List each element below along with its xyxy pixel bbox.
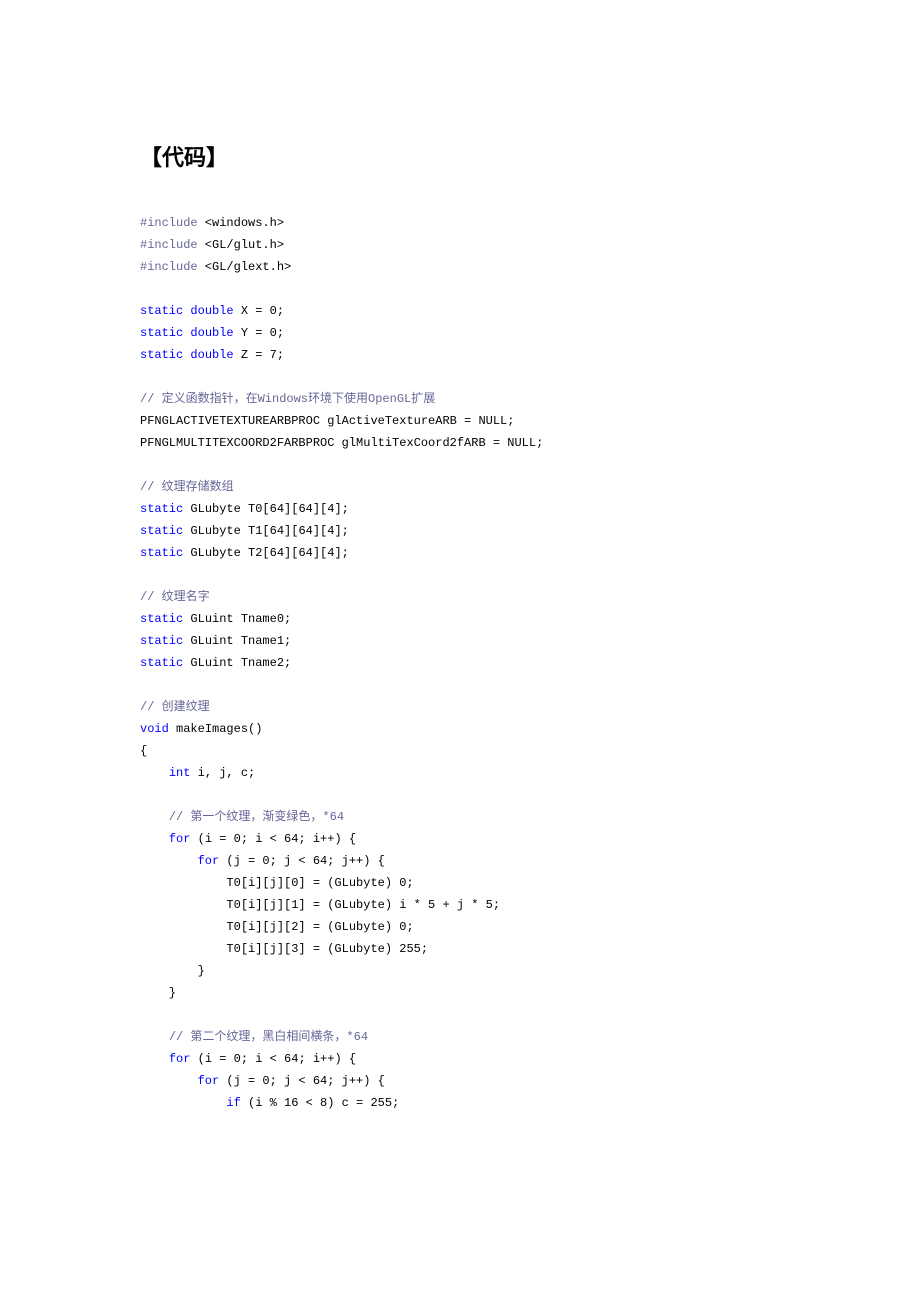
section-heading: 【代码】 [140, 140, 780, 172]
code-text: GLubyte T0[64][64][4]; [183, 502, 349, 516]
code-text: Z = 7; [234, 348, 284, 362]
keyword: for [198, 1074, 220, 1088]
code-block: #include <windows.h> #include <GL/glut.h… [140, 212, 780, 1114]
code-text: T0[i][j][0] = (GLubyte) 0; [140, 876, 414, 890]
code-text: i, j, c; [190, 766, 255, 780]
code-text: } [140, 964, 205, 978]
code-text: makeImages() [169, 722, 263, 736]
code-text: PFNGLMULTITEXCOORD2FARBPROC glMultiTexCo… [140, 436, 543, 450]
keyword: double [183, 326, 233, 340]
code-text: (j = 0; j < 64; j++) { [219, 1074, 385, 1088]
keyword: static [140, 304, 183, 318]
keyword: static [140, 546, 183, 560]
comment: // 纹理存储数组 [140, 480, 234, 494]
keyword: double [183, 348, 233, 362]
keyword: static [140, 634, 183, 648]
code-text: (j = 0; j < 64; j++) { [219, 854, 385, 868]
code-text: (i % 16 < 8) c = 255; [241, 1096, 399, 1110]
comment: // 第一个纹理，渐变绿色，*64 [169, 810, 344, 824]
comment: // 创建纹理 [140, 700, 210, 714]
code-text: { [140, 744, 147, 758]
code-text: <windows.h> [198, 216, 284, 230]
keyword: if [226, 1096, 240, 1110]
keyword: int [169, 766, 191, 780]
code-text: GLubyte T1[64][64][4]; [183, 524, 349, 538]
document-page: 【代码】 #include <windows.h> #include <GL/g… [0, 0, 920, 1302]
indent [140, 1030, 169, 1044]
preprocessor: #include [140, 238, 198, 252]
code-text: GLuint Tname2; [183, 656, 291, 670]
code-text: X = 0; [234, 304, 284, 318]
keyword: for [198, 854, 220, 868]
code-text: <GL/glext.h> [198, 260, 292, 274]
code-text: GLuint Tname1; [183, 634, 291, 648]
code-text: (i = 0; i < 64; i++) { [190, 832, 356, 846]
comment: // 纹理名字 [140, 590, 210, 604]
keyword: static [140, 656, 183, 670]
code-text: <GL/glut.h> [198, 238, 284, 252]
indent [140, 832, 169, 846]
keyword: static [140, 348, 183, 362]
keyword: static [140, 524, 183, 538]
code-text: GLubyte T2[64][64][4]; [183, 546, 349, 560]
comment: // 定义函数指针，在Windows环境下使用OpenGL扩展 [140, 392, 435, 406]
keyword: static [140, 502, 183, 516]
keyword: for [169, 832, 191, 846]
code-text: T0[i][j][2] = (GLubyte) 0; [140, 920, 414, 934]
keyword: static [140, 326, 183, 340]
code-text: (i = 0; i < 64; i++) { [190, 1052, 356, 1066]
indent [140, 1052, 169, 1066]
code-text: } [140, 986, 176, 1000]
indent [140, 810, 169, 824]
keyword: static [140, 612, 183, 626]
keyword: double [183, 304, 233, 318]
code-text: Y = 0; [234, 326, 284, 340]
indent [140, 854, 198, 868]
indent [140, 1096, 226, 1110]
code-text: T0[i][j][3] = (GLubyte) 255; [140, 942, 428, 956]
indent [140, 766, 169, 780]
code-text: PFNGLACTIVETEXTUREARBPROC glActiveTextur… [140, 414, 514, 428]
preprocessor: #include [140, 216, 198, 230]
keyword: void [140, 722, 169, 736]
code-text: GLuint Tname0; [183, 612, 291, 626]
comment: // 第二个纹理，黑白相间横条，*64 [169, 1030, 368, 1044]
preprocessor: #include [140, 260, 198, 274]
indent [140, 1074, 198, 1088]
keyword: for [169, 1052, 191, 1066]
code-text: T0[i][j][1] = (GLubyte) i * 5 + j * 5; [140, 898, 500, 912]
